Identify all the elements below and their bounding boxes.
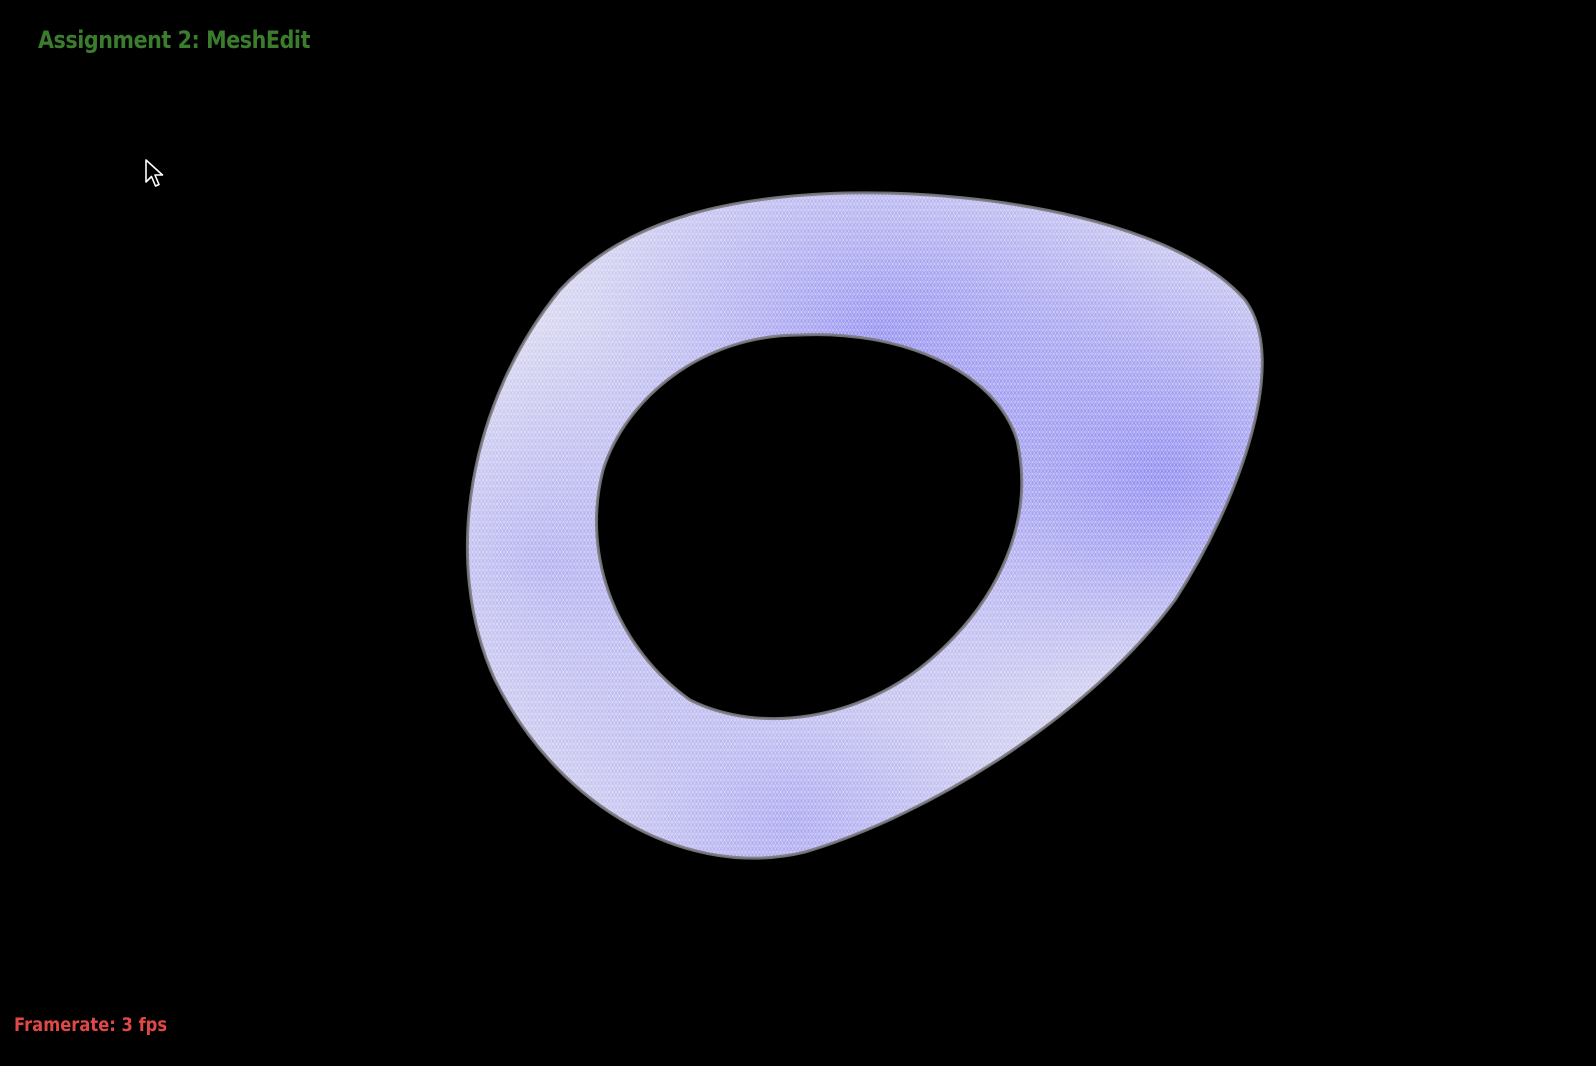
opengl-viewport[interactable]: Assignment 2: MeshEdit Framerate: 3 fps [0, 0, 1596, 1066]
torus-mesh[interactable] [0, 0, 1596, 1066]
mouse-pointer-icon [145, 159, 164, 187]
app-title: Assignment 2: MeshEdit [38, 26, 311, 54]
framerate-label: Framerate: 3 fps [14, 1014, 168, 1036]
